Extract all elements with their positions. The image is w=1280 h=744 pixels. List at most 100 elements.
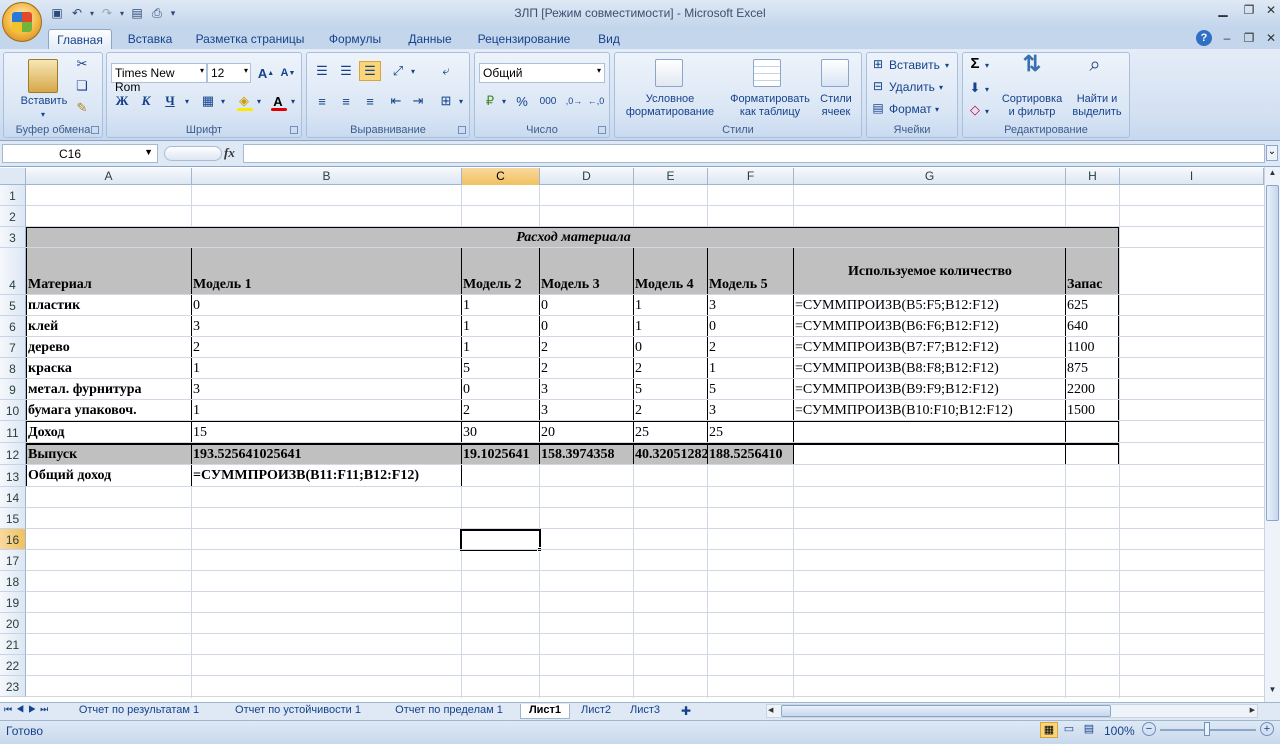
cell-g7: =СУММПРОИЗВ(B7:F7;B12:F12) [795, 340, 999, 355]
sheet-tab-active[interactable]: Лист1 [520, 704, 570, 719]
cell-c8: 5 [463, 361, 470, 376]
cell-f7: 2 [709, 340, 716, 355]
cell-c12: 19.1025641 [463, 447, 530, 462]
cell-f12: 188.5256410 [709, 447, 783, 462]
cell-h6: 640 [1067, 319, 1088, 334]
cell-c10: 2 [463, 403, 470, 418]
cell-b7: 2 [193, 340, 200, 355]
output-label: Выпуск [28, 447, 78, 462]
cell-b6: 3 [193, 319, 200, 334]
cell-b9: 3 [193, 382, 200, 397]
scroll-down-icon[interactable]: ▼ [1266, 685, 1279, 699]
sheet-tab[interactable]: Лист2 [574, 704, 618, 719]
cell-d10: 3 [541, 403, 548, 418]
cell-f5: 3 [709, 298, 716, 313]
active-cell-c16[interactable] [460, 529, 541, 551]
insert-sheet-icon[interactable]: ✚ [676, 704, 696, 719]
header-stock: Запас [1067, 277, 1103, 292]
wb-close-icon[interactable]: ✕ [1262, 31, 1280, 45]
cell-e8: 2 [635, 361, 642, 376]
horizontal-scrollbar[interactable]: ◀ ▶ [766, 704, 1258, 718]
header-model-5: Модель 5 [709, 277, 768, 292]
cell-d11: 20 [541, 425, 555, 440]
zoom-level[interactable]: 100% [1104, 724, 1135, 738]
sheet-tab[interactable]: Отчет по устойчивости 1 [224, 704, 372, 719]
cell-e11: 25 [635, 425, 649, 440]
cell-c11: 30 [463, 425, 477, 440]
normal-view-icon[interactable]: ▦ [1040, 722, 1058, 738]
cell-c9: 0 [463, 382, 470, 397]
material-name: бумага упаковоч. [28, 403, 137, 418]
cell-c5: 1 [463, 298, 470, 313]
cell-g8: =СУММПРОИЗВ(B8:F8;B12:F12) [795, 361, 999, 376]
scroll-right-icon[interactable]: ▶ [1250, 706, 1255, 714]
cell-h10: 1500 [1067, 403, 1095, 418]
header-used-qty: Используемое количество [848, 264, 1012, 279]
cell-c6: 1 [463, 319, 470, 334]
fill-handle[interactable] [537, 547, 542, 552]
cell-b11: 15 [193, 425, 207, 440]
cell-d7: 2 [541, 340, 548, 355]
close-icon[interactable]: ✕ [1262, 3, 1280, 17]
sheet-title: Расход материала [516, 230, 631, 245]
zoom-out-icon[interactable]: − [1142, 722, 1156, 736]
cell-e5: 1 [635, 298, 642, 313]
office-button[interactable] [2, 2, 42, 42]
zoom-in-icon[interactable]: + [1260, 722, 1274, 736]
cell-e12: 40.32051282 [635, 447, 707, 462]
cell-f8: 1 [709, 361, 716, 376]
header-model-1: Модель 1 [193, 277, 252, 292]
cell-d12: 158.3974358 [541, 447, 615, 462]
cell-d6: 0 [541, 319, 548, 334]
cell-b13: =СУММПРОИЗВ(B11:F11;B12:F12) [193, 468, 420, 483]
scroll-left-icon[interactable]: ◀ [768, 706, 773, 714]
horizontal-scroll-thumb[interactable] [781, 705, 1111, 717]
cell-d8: 2 [541, 361, 548, 376]
cell-b8: 1 [193, 361, 200, 376]
vertical-scroll-thumb[interactable] [1266, 185, 1279, 521]
cell-f6: 0 [709, 319, 716, 334]
cell-h8: 875 [1067, 361, 1088, 376]
material-name: клей [28, 319, 59, 334]
status-ready: Готово [6, 724, 44, 738]
sheet-nav-icons[interactable]: ⏮◀▶⏭ [4, 704, 52, 715]
cell-h9: 2200 [1067, 382, 1095, 397]
material-name: дерево [28, 340, 70, 355]
cell-b10: 1 [193, 403, 200, 418]
scroll-up-icon[interactable]: ▲ [1266, 168, 1279, 182]
cell-e10: 2 [635, 403, 642, 418]
material-name: пластик [28, 298, 81, 313]
page-layout-view-icon[interactable]: ▭ [1060, 722, 1078, 738]
sheet-tab[interactable]: Отчет по пределам 1 [386, 704, 512, 719]
header-model-3: Модель 3 [541, 277, 600, 292]
cell-b5: 0 [193, 298, 200, 313]
cell-e6: 1 [635, 319, 642, 334]
cell-g9: =СУММПРОИЗВ(B9:F9;B12:F12) [795, 382, 999, 397]
material-name: метал. фурнитура [28, 382, 142, 397]
total-label: Общий доход [28, 468, 112, 483]
cell-g6: =СУММПРОИЗВ(B6:F6;B12:F12) [795, 319, 999, 334]
office-logo-icon [12, 12, 32, 32]
cell-c7: 1 [463, 340, 470, 355]
cell-f9: 5 [709, 382, 716, 397]
vertical-scrollbar[interactable]: ▲ ▼ [1264, 167, 1280, 702]
cell-h5: 625 [1067, 298, 1088, 313]
header-model-4: Модель 4 [635, 277, 694, 292]
header-model-2: Модель 2 [463, 277, 522, 292]
sheet-tab[interactable]: Отчет по результатам 1 [68, 704, 210, 719]
cell-b12: 193.525641025641 [193, 447, 302, 462]
sheet-tab[interactable]: Лист3 [624, 704, 666, 719]
cell-e9: 5 [635, 382, 642, 397]
material-name: краска [28, 361, 72, 376]
page-break-view-icon[interactable]: ▤ [1080, 722, 1098, 738]
header-material: Материал [28, 277, 92, 292]
cell-e7: 0 [635, 340, 642, 355]
income-label: Доход [28, 425, 65, 440]
cell-h7: 1100 [1067, 340, 1095, 355]
cell-d5: 0 [541, 298, 548, 313]
zoom-slider-thumb[interactable] [1204, 722, 1210, 736]
cell-f10: 3 [709, 403, 716, 418]
worksheet-grid[interactable]: Расход материала Материал Модель 1 Модел… [0, 0, 1264, 702]
cell-g5: =СУММПРОИЗВ(B5:F5;B12:F12) [795, 298, 999, 313]
expand-formula-bar-icon[interactable]: ⌄ [1266, 145, 1278, 161]
